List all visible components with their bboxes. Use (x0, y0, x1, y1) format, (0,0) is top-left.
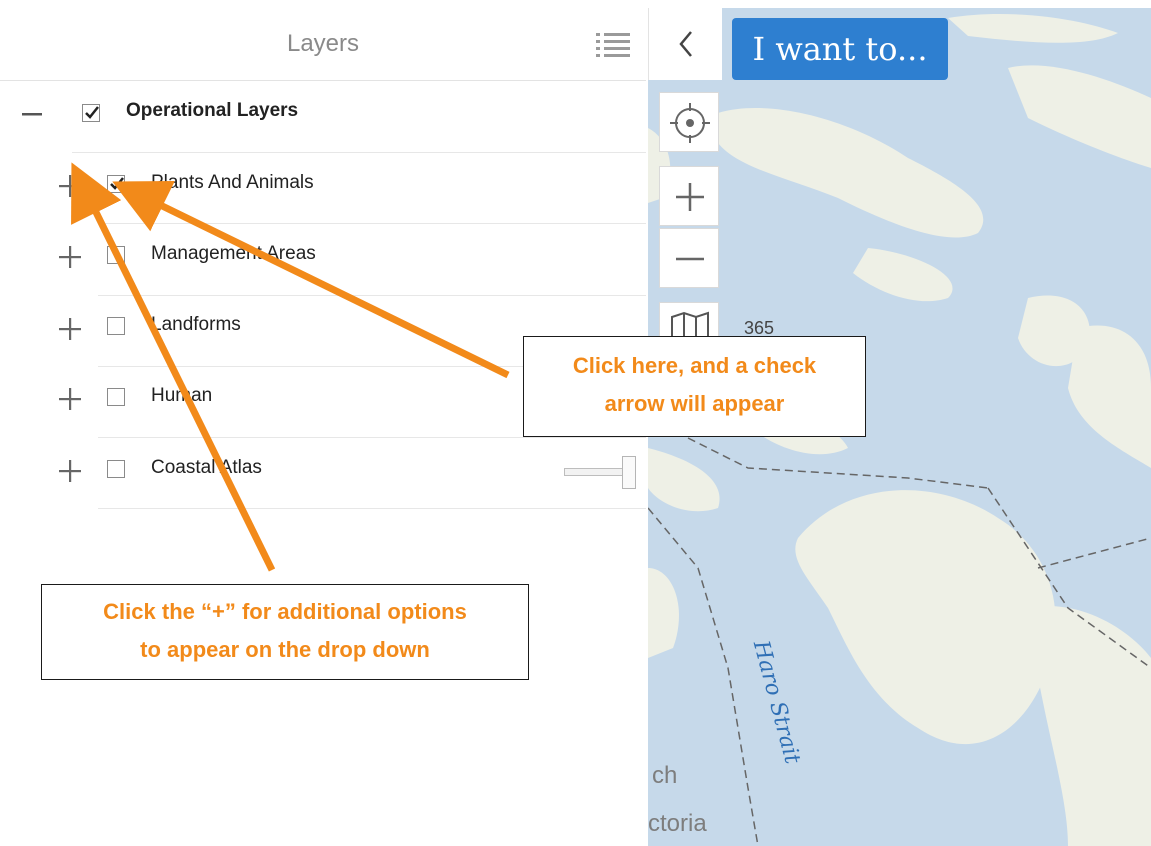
i-want-to-button[interactable]: I want to... (732, 18, 948, 80)
zoom-out-button[interactable] (659, 228, 719, 288)
checkbox-plants-and-animals[interactable] (107, 175, 125, 193)
callout-check-line1: Click here, and a check (572, 353, 817, 378)
callout-plus-line2: to appear on the drop down (140, 637, 430, 662)
expand-plus-icon[interactable] (59, 175, 81, 197)
minus-icon (676, 257, 704, 261)
map-edge-text: ch (652, 762, 678, 789)
collapse-panel-button[interactable] (648, 8, 722, 80)
layer-label: Operational Layers (126, 100, 299, 121)
chevron-left-icon (679, 31, 692, 57)
panel-header: Layers (0, 8, 646, 81)
expand-plus-icon[interactable] (59, 246, 81, 268)
callout-plus-line1: Click the “+” for additional options (103, 599, 467, 624)
collapse-toggle-icon[interactable] (21, 103, 43, 125)
layer-label: Coastal Atlas (151, 457, 262, 478)
locate-button[interactable] (659, 92, 719, 152)
zoom-in-button[interactable] (659, 166, 719, 226)
checkbox-human[interactable] (107, 388, 125, 406)
layer-label: Plants And Animals (151, 172, 314, 193)
layer-label: Human (151, 385, 213, 406)
callout-check: Click here, and a check arrow will appea… (523, 336, 866, 437)
plus-icon (676, 183, 704, 211)
divider (98, 508, 646, 509)
map-edge-text: ctoria (648, 810, 707, 837)
layer-label: Landforms (151, 314, 241, 335)
divider (98, 437, 646, 438)
expand-plus-icon[interactable] (59, 388, 81, 410)
expand-plus-icon[interactable] (59, 460, 81, 482)
checkbox-coastal-atlas[interactable] (107, 460, 125, 478)
list-icon[interactable] (596, 30, 630, 58)
callout-plus: Click the “+” for additional options to … (41, 584, 529, 680)
checkbox-operational-layers[interactable] (82, 104, 100, 122)
divider (98, 295, 646, 296)
layer-label: Management Areas (151, 243, 316, 264)
callout-check-line2: arrow will appear (604, 391, 785, 416)
crosshair-icon (670, 103, 710, 143)
divider (72, 152, 646, 153)
expand-plus-icon[interactable] (59, 318, 81, 340)
panel-title: Layers (286, 30, 360, 57)
opacity-slider-handle[interactable] (622, 456, 636, 489)
checkbox-landforms[interactable] (107, 317, 125, 335)
checkbox-management-areas[interactable] (107, 246, 125, 264)
opacity-slider-track[interactable] (564, 468, 624, 476)
divider (98, 223, 646, 224)
